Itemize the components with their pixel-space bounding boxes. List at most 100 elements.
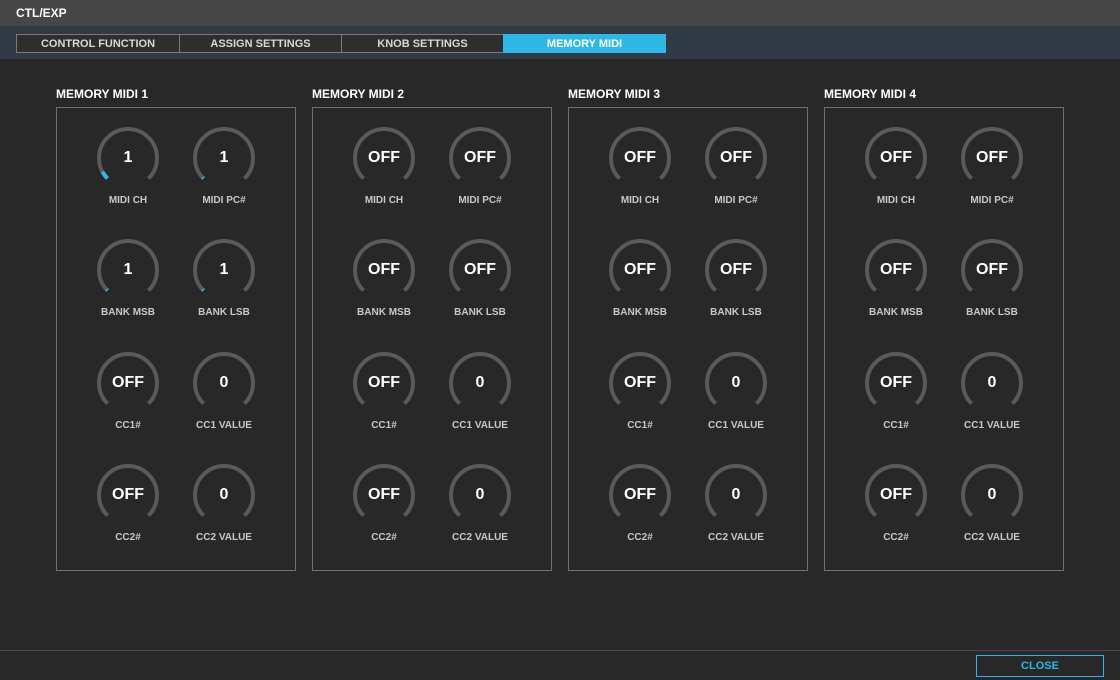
knob-control[interactable]: OFF BANK MSB <box>339 238 429 338</box>
knob-control[interactable]: OFF MIDI PC# <box>691 126 781 226</box>
knob-control[interactable]: OFF BANK LSB <box>435 238 525 338</box>
knob-label: MIDI PC# <box>458 195 502 206</box>
knob-control[interactable]: OFF MIDI PC# <box>435 126 525 226</box>
knob-control[interactable]: 0 CC1 VALUE <box>691 351 781 451</box>
knob-control[interactable]: OFF CC2# <box>595 463 685 563</box>
window-title: CTL/EXP <box>16 6 67 20</box>
knob-control[interactable]: OFF CC1# <box>851 351 941 451</box>
knob-label: MIDI PC# <box>970 195 1014 206</box>
knob-label: BANK MSB <box>101 307 155 318</box>
tab-knob-settings[interactable]: KNOB SETTINGS <box>341 34 504 53</box>
knob-value: OFF <box>624 149 656 166</box>
knob-value: 1 <box>219 149 229 166</box>
knob-label: BANK LSB <box>198 307 250 318</box>
knob-label: MIDI CH <box>876 195 916 206</box>
knob-control[interactable]: OFF CC1# <box>339 351 429 451</box>
knob-control[interactable]: OFF CC2# <box>83 463 173 563</box>
knob-label: CC2 VALUE <box>964 532 1020 543</box>
knob-label: CC1 VALUE <box>196 420 252 431</box>
knob-value: OFF <box>112 486 144 503</box>
knob-label: BANK LSB <box>454 307 506 318</box>
knob-value: OFF <box>112 374 144 391</box>
knob-label: MIDI CH <box>108 195 148 206</box>
knob-control[interactable]: 0 CC2 VALUE <box>691 463 781 563</box>
knob-value: OFF <box>880 486 912 503</box>
knob-control[interactable]: OFF BANK MSB <box>595 238 685 338</box>
knob-control[interactable]: OFF CC2# <box>851 463 941 563</box>
knob-control[interactable]: 1 MIDI PC# <box>179 126 269 226</box>
knob-control[interactable]: OFF MIDI PC# <box>947 126 1037 226</box>
knob-label: CC1 VALUE <box>452 420 508 431</box>
knob-label: CC2# <box>371 532 397 543</box>
memory-midi-panel: OFF MIDI CH OFF MIDI PC# OFF BANK MSB OFF BANK … <box>824 107 1064 571</box>
knob-control[interactable]: OFF MIDI CH <box>595 126 685 226</box>
knob-label: BANK MSB <box>869 307 923 318</box>
knob-label: CC1 VALUE <box>964 420 1020 431</box>
tab-control-function[interactable]: CONTROL FUNCTION <box>16 34 180 53</box>
knob-value: OFF <box>464 261 496 278</box>
knob-value: 1 <box>219 261 229 278</box>
knob-control[interactable]: OFF BANK MSB <box>851 238 941 338</box>
tab-bar: CONTROL FUNCTION ASSIGN SETTINGS KNOB SE… <box>0 26 1120 59</box>
knob-value: OFF <box>976 261 1008 278</box>
knob-control[interactable]: 0 CC1 VALUE <box>179 351 269 451</box>
knob-label: CC2# <box>883 532 909 543</box>
knob-control[interactable]: OFF CC2# <box>339 463 429 563</box>
knob-control[interactable]: 1 BANK MSB <box>83 238 173 338</box>
close-button[interactable]: CLOSE <box>976 655 1104 677</box>
group-title: MEMORY MIDI 3 <box>568 87 661 101</box>
knob-value: OFF <box>880 149 912 166</box>
knob-value: 0 <box>219 486 229 503</box>
knob-value: OFF <box>720 261 752 278</box>
knob-label: CC2# <box>115 532 141 543</box>
knob-label: BANK LSB <box>710 307 762 318</box>
group-title: MEMORY MIDI 1 <box>56 87 149 101</box>
tab-assign-settings[interactable]: ASSIGN SETTINGS <box>179 34 342 53</box>
knob-control[interactable]: OFF BANK LSB <box>947 238 1037 338</box>
knob-control[interactable]: 0 CC1 VALUE <box>947 351 1037 451</box>
knob-label: BANK LSB <box>966 307 1018 318</box>
knob-label: MIDI CH <box>620 195 660 206</box>
group-title: MEMORY MIDI 2 <box>312 87 405 101</box>
knob-value: OFF <box>368 486 400 503</box>
knob-control[interactable]: OFF MIDI CH <box>851 126 941 226</box>
knob-control[interactable]: 0 CC2 VALUE <box>947 463 1037 563</box>
knob-label: CC1 VALUE <box>708 420 764 431</box>
memory-midi-panel: OFF MIDI CH OFF MIDI PC# OFF BANK MSB OFF BANK … <box>312 107 552 571</box>
knob-value: 0 <box>987 486 997 503</box>
knob-label: MIDI CH <box>364 195 404 206</box>
knob-value: 0 <box>987 374 997 391</box>
knob-label: CC1# <box>371 420 397 431</box>
knob-value: OFF <box>720 149 752 166</box>
tab-memory-midi[interactable]: MEMORY MIDI <box>503 34 666 53</box>
knob-control[interactable]: OFF CC1# <box>83 351 173 451</box>
knob-label: BANK MSB <box>357 307 411 318</box>
knob-value: OFF <box>880 374 912 391</box>
knob-control[interactable]: OFF MIDI CH <box>339 126 429 226</box>
knob-value: OFF <box>368 374 400 391</box>
knob-label: CC1# <box>115 420 141 431</box>
knob-label: MIDI PC# <box>202 195 246 206</box>
knob-value: OFF <box>880 261 912 278</box>
knob-value: OFF <box>976 149 1008 166</box>
knob-value: OFF <box>624 261 656 278</box>
knob-control[interactable]: 0 CC2 VALUE <box>179 463 269 563</box>
knob-value: OFF <box>624 486 656 503</box>
knob-value: 0 <box>219 374 229 391</box>
knob-control[interactable]: 1 BANK LSB <box>179 238 269 338</box>
knob-control[interactable]: OFF CC1# <box>595 351 685 451</box>
knob-value: 1 <box>123 261 133 278</box>
knob-control[interactable]: 0 CC1 VALUE <box>435 351 525 451</box>
knob-control[interactable]: 0 CC2 VALUE <box>435 463 525 563</box>
knob-label: CC2# <box>627 532 653 543</box>
knob-control[interactable]: OFF BANK LSB <box>691 238 781 338</box>
knob-value: 0 <box>475 374 485 391</box>
memory-midi-panel: OFF MIDI CH OFF MIDI PC# OFF BANK MSB OFF BANK … <box>568 107 808 571</box>
knob-label: CC1# <box>627 420 653 431</box>
knob-control[interactable]: 1 MIDI CH <box>83 126 173 226</box>
knob-label: MIDI PC# <box>714 195 758 206</box>
knob-label: CC2 VALUE <box>708 532 764 543</box>
knob-value: OFF <box>464 149 496 166</box>
window-title-bar: CTL/EXP <box>0 0 1120 26</box>
knob-value: 0 <box>731 486 741 503</box>
